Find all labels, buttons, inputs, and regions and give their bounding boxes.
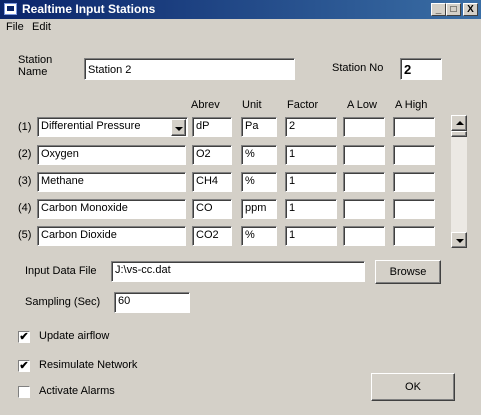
ahigh-input-5[interactable] [393, 226, 435, 246]
sampling-label: Sampling (Sec) [25, 296, 101, 308]
abrev-input-2[interactable]: O2 [192, 145, 232, 165]
factor-input-3[interactable]: 1 [285, 172, 337, 192]
alow-input-5[interactable] [343, 226, 385, 246]
rows-scrollbar[interactable] [451, 115, 467, 248]
sensor-name-3[interactable]: Methane [37, 172, 186, 192]
station-no-input[interactable]: 2 [400, 58, 442, 80]
unit-input-3[interactable]: % [241, 172, 277, 192]
resimulate-label: Resimulate Network [39, 359, 138, 371]
update-airflow-checkbox[interactable]: ✔ [18, 331, 30, 343]
row-index: (4) [18, 202, 32, 214]
station-name-label-2: Name [18, 66, 48, 78]
station-name-input[interactable]: Station 2 [84, 58, 295, 80]
abrev-input-3[interactable]: CH4 [192, 172, 232, 192]
row-index: (3) [18, 175, 32, 187]
chevron-down-icon[interactable] [171, 119, 186, 136]
minimize-button[interactable]: _ [431, 3, 446, 16]
abrev-input-4[interactable]: CO [192, 199, 232, 219]
input-file-label: Input Data File [25, 265, 97, 277]
ahigh-input-4[interactable] [393, 199, 435, 219]
activate-alarms-checkbox[interactable] [18, 386, 30, 398]
sensor-name-2[interactable]: Oxygen [37, 145, 186, 165]
col-abrev: Abrev [191, 99, 220, 111]
abrev-input-1[interactable]: dP [192, 117, 232, 137]
ok-button[interactable]: OK [371, 373, 455, 401]
scroll-down-icon[interactable] [451, 232, 467, 248]
unit-input-2[interactable]: % [241, 145, 277, 165]
unit-input-4[interactable]: ppm [241, 199, 277, 219]
unit-input-1[interactable]: Pa [241, 117, 277, 137]
factor-input-4[interactable]: 1 [285, 199, 337, 219]
factor-input-1[interactable]: 2 [285, 117, 337, 137]
col-alow: A Low [347, 99, 377, 111]
row-index: (1) [18, 121, 32, 133]
scroll-thumb[interactable] [451, 131, 467, 137]
scroll-up-icon[interactable] [451, 115, 467, 131]
activate-alarms-label: Activate Alarms [39, 385, 115, 397]
close-button[interactable]: X [463, 3, 478, 16]
app-icon[interactable] [4, 3, 17, 15]
browse-button[interactable]: Browse [375, 260, 441, 284]
unit-input-5[interactable]: % [241, 226, 277, 246]
col-factor: Factor [287, 99, 319, 111]
window-title: Realtime Input Stations [22, 2, 156, 16]
station-name-label-1: Station [18, 54, 53, 66]
alow-input-1[interactable] [343, 117, 385, 137]
ahigh-input-2[interactable] [393, 145, 435, 165]
abrev-input-5[interactable]: CO2 [192, 226, 232, 246]
ahigh-input-1[interactable] [393, 117, 435, 137]
row-index: (2) [18, 148, 32, 160]
sensor-name-4[interactable]: Carbon Monoxide [37, 199, 186, 219]
col-unit: Unit [242, 99, 262, 111]
station-no-label: Station No [332, 62, 384, 74]
ahigh-input-3[interactable] [393, 172, 435, 192]
row-index: (5) [18, 229, 32, 241]
alow-input-2[interactable] [343, 145, 385, 165]
sensor-name-5[interactable]: Carbon Dioxide [37, 226, 186, 246]
factor-input-2[interactable]: 1 [285, 145, 337, 165]
alow-input-3[interactable] [343, 172, 385, 192]
maximize-button[interactable]: □ [446, 3, 461, 16]
col-ahigh: A High [395, 99, 428, 111]
factor-input-5[interactable]: 1 [285, 226, 337, 246]
menu-edit[interactable]: Edit [32, 21, 51, 33]
resimulate-checkbox[interactable]: ✔ [18, 360, 30, 372]
input-file-field[interactable]: J:\vs-cc.dat [111, 261, 365, 282]
update-airflow-label: Update airflow [39, 330, 110, 342]
sensor-select-1[interactable]: Differential Pressure [37, 117, 188, 137]
sensor-select-value: Differential Pressure [41, 120, 141, 132]
sampling-input[interactable]: 60 [114, 292, 190, 313]
alow-input-4[interactable] [343, 199, 385, 219]
menu-file[interactable]: File [6, 21, 24, 33]
